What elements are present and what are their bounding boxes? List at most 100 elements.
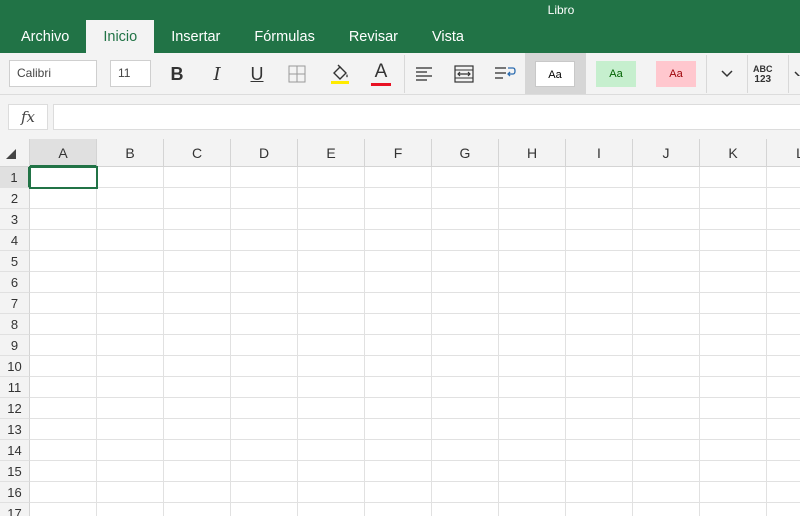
selected-cell-a1[interactable] xyxy=(29,166,98,189)
grid-row-line xyxy=(30,376,800,377)
grid-column-line xyxy=(632,167,633,516)
merge-center-button[interactable] xyxy=(449,59,479,89)
grid-column-line xyxy=(766,167,767,516)
grid-column-line xyxy=(498,167,499,516)
column-header-b[interactable]: B xyxy=(97,139,164,167)
bold-button[interactable]: B xyxy=(162,59,192,89)
column-header-d[interactable]: D xyxy=(231,139,298,167)
tab-insertar[interactable]: Insertar xyxy=(154,20,237,53)
insert-function-button[interactable]: fx xyxy=(8,104,48,130)
row-header-10[interactable]: 10 xyxy=(0,356,30,377)
font-size-box[interactable]: 11 xyxy=(110,60,151,87)
underline-button[interactable]: U xyxy=(242,59,272,89)
grid-row-line xyxy=(30,355,800,356)
row-header-7[interactable]: 7 xyxy=(0,293,30,314)
grid-column-line xyxy=(565,167,566,516)
grid-column-line xyxy=(230,167,231,516)
column-header-c[interactable]: C xyxy=(164,139,231,167)
grid-row-line xyxy=(30,481,800,482)
row-header-11[interactable]: 11 xyxy=(0,377,30,398)
ribbon-separator xyxy=(706,55,707,93)
number-format-button[interactable]: ABC 123 xyxy=(753,64,773,85)
ribbon-separator xyxy=(404,55,405,93)
grid-column-line xyxy=(699,167,700,516)
column-header-g[interactable]: G xyxy=(432,139,499,167)
column-header-k[interactable]: K xyxy=(700,139,767,167)
row-header-14[interactable]: 14 xyxy=(0,440,30,461)
spreadsheet-grid[interactable]: A B C D E F G H I J K L 1 2 3 4 5 6 7 8 9 10 11 12 13 14 15 16 17 xyxy=(0,139,800,516)
cell-style-normal[interactable]: Aa xyxy=(535,61,575,87)
row-header-8[interactable]: 8 xyxy=(0,314,30,335)
ribbon-separator xyxy=(788,55,789,93)
grid-row-line xyxy=(30,271,800,272)
title-bar: Libro Archivo Inicio Insertar Fórmulas R… xyxy=(0,0,800,53)
select-all-button[interactable] xyxy=(0,139,30,167)
row-header-3[interactable]: 3 xyxy=(0,209,30,230)
row-header-6[interactable]: 6 xyxy=(0,272,30,293)
tab-revisar[interactable]: Revisar xyxy=(332,20,415,53)
row-header-2[interactable]: 2 xyxy=(0,188,30,209)
align-left-icon xyxy=(416,67,432,81)
grid-row-line xyxy=(30,502,800,503)
grid-column-line xyxy=(297,167,298,516)
ribbon-separator xyxy=(747,55,748,93)
ribbon-toolbar: Calibri 11 B I U A Aa Aa Aa ABC 123 xyxy=(0,53,800,95)
grid-row-line xyxy=(30,397,800,398)
number-format-label-top: ABC xyxy=(753,64,773,74)
column-header-h[interactable]: H xyxy=(499,139,566,167)
grid-column-line xyxy=(163,167,164,516)
number-format-label-bottom: 123 xyxy=(754,74,772,85)
chevron-down-icon xyxy=(794,71,800,76)
grid-row-line xyxy=(30,292,800,293)
column-header-e[interactable]: E xyxy=(298,139,365,167)
wrap-text-icon xyxy=(495,67,516,79)
italic-button[interactable]: I xyxy=(202,59,232,89)
wrap-text-button[interactable] xyxy=(490,59,520,89)
cell-style-bad[interactable]: Aa xyxy=(656,61,696,87)
row-header-12[interactable]: 12 xyxy=(0,398,30,419)
styles-expand-button[interactable] xyxy=(712,59,742,89)
row-header-13[interactable]: 13 xyxy=(0,419,30,440)
tab-formulas[interactable]: Fórmulas xyxy=(237,20,331,53)
grid-column-line xyxy=(431,167,432,516)
grid-row-line xyxy=(30,208,800,209)
font-color-letter: A xyxy=(374,61,388,82)
select-all-icon xyxy=(6,149,16,159)
grid-row-line xyxy=(30,418,800,419)
tab-inicio[interactable]: Inicio xyxy=(86,20,155,53)
row-header-15[interactable]: 15 xyxy=(0,461,30,482)
window-title: Libro xyxy=(547,3,575,17)
tab-vista[interactable]: Vista xyxy=(415,20,481,53)
font-name-box[interactable]: Calibri xyxy=(9,60,97,87)
borders-button[interactable] xyxy=(282,59,312,89)
row-header-1[interactable]: 1 xyxy=(0,167,30,188)
row-header-16[interactable]: 16 xyxy=(0,482,30,503)
grid-row-line xyxy=(30,439,800,440)
chevron-down-icon xyxy=(721,70,733,78)
align-left-button[interactable] xyxy=(409,59,439,89)
grid-row-line xyxy=(30,229,800,230)
row-header-17[interactable]: 17 xyxy=(0,503,30,516)
row-header-5[interactable]: 5 xyxy=(0,251,30,272)
cell-style-good[interactable]: Aa xyxy=(596,61,636,87)
grid-column-line xyxy=(364,167,365,516)
grid-row-line xyxy=(30,187,800,188)
grid-row-line xyxy=(30,313,800,314)
column-header-f[interactable]: F xyxy=(365,139,432,167)
row-header-9[interactable]: 9 xyxy=(0,335,30,356)
grid-row-line xyxy=(30,250,800,251)
font-color-swatch xyxy=(371,83,391,86)
tab-archivo[interactable]: Archivo xyxy=(0,20,86,53)
fill-color-button[interactable] xyxy=(325,59,355,89)
grid-row-line xyxy=(30,460,800,461)
grid-row-line xyxy=(30,334,800,335)
font-color-button[interactable]: A xyxy=(366,59,396,89)
column-header-i[interactable]: I xyxy=(566,139,633,167)
formula-input[interactable] xyxy=(53,104,800,130)
column-header-l[interactable]: L xyxy=(767,139,800,167)
row-header-4[interactable]: 4 xyxy=(0,230,30,251)
column-header-j[interactable]: J xyxy=(633,139,700,167)
borders-icon xyxy=(288,65,306,83)
column-header-a[interactable]: A xyxy=(30,139,97,167)
more-options-button[interactable] xyxy=(794,66,800,76)
